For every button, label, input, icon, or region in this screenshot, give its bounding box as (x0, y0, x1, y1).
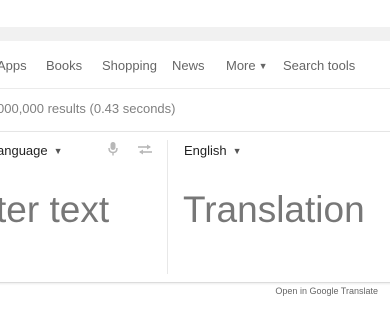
source-text-input[interactable]: ter text (0, 186, 109, 234)
tab-apps[interactable]: Apps (0, 58, 27, 73)
source-language-label: anguage (0, 143, 48, 158)
search-box[interactable] (0, 0, 390, 29)
tab-more[interactable]: More ▼ (226, 58, 268, 73)
tab-shopping[interactable]: Shopping (102, 58, 157, 73)
swap-arrows-icon[interactable] (137, 144, 153, 155)
search-tabs: Apps Books Shopping News More ▼ Search to… (0, 41, 390, 89)
source-language-select[interactable]: anguage ▼ (0, 143, 63, 158)
target-language-label: English (184, 143, 227, 158)
tab-more-label: More (226, 58, 256, 73)
dropdown-arrow-icon: ▼ (232, 146, 242, 156)
tab-search-tools[interactable]: Search tools (283, 58, 355, 73)
panel-divider (167, 140, 168, 274)
dropdown-arrow-icon: ▼ (53, 146, 63, 156)
open-in-google-translate-link[interactable]: Open in Google Translate (275, 286, 378, 296)
target-language-select[interactable]: English ▼ (184, 143, 242, 158)
caret-down-icon: ▼ (258, 61, 268, 71)
results-stats: 000,000 results (0.43 seconds) (0, 101, 176, 116)
header-band (0, 27, 390, 41)
tab-books[interactable]: Books (46, 58, 82, 73)
tab-news[interactable]: News (172, 58, 205, 73)
translation-output: Translation (183, 189, 365, 230)
microphone-icon[interactable] (107, 141, 119, 157)
